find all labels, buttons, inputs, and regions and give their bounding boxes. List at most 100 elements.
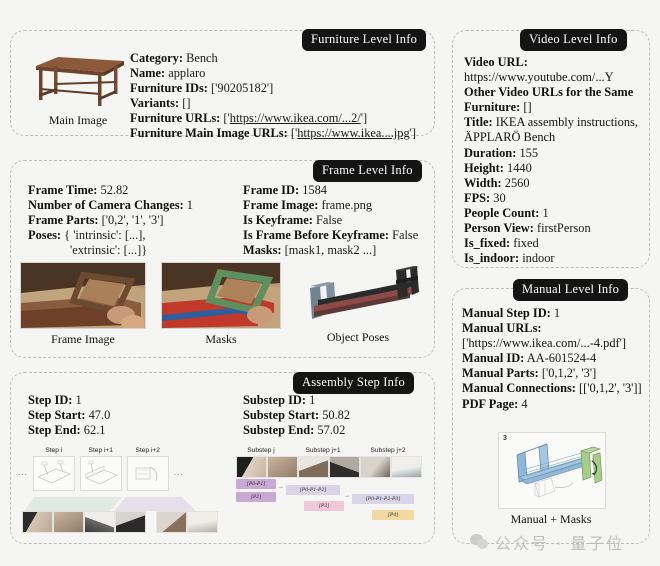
object-poses-thumbnail bbox=[296, 262, 420, 327]
furniture-level-info-title: Furniture Level Info bbox=[302, 29, 427, 51]
bench-main-image bbox=[36, 57, 124, 106]
field-step-id: Step ID: 1 bbox=[28, 393, 82, 407]
video-url-link[interactable]: https://www.youtube.com/...Y bbox=[464, 70, 614, 84]
manual-fields: Manual Step ID: 1 Manual URLs: ['https:/… bbox=[462, 306, 642, 412]
part-tag-p4: [P4] bbox=[372, 510, 414, 520]
steps-connector-funnel bbox=[24, 497, 196, 511]
field-width: Width: 2560 bbox=[464, 175, 530, 190]
field-video-url: Video URL: https://www.youtube.com/...Y bbox=[464, 55, 614, 85]
masks-image-block: Masks bbox=[161, 262, 281, 347]
field-pdf-page: PDF Page: 4 bbox=[462, 396, 528, 411]
watermark: 公众号 · 量子位 bbox=[470, 530, 624, 554]
assembly-step-info-title: Assembly Step Info bbox=[293, 372, 414, 394]
manual-level-info-title: Manual Level Info bbox=[513, 279, 629, 301]
field-step-end: Step End: 62.1 bbox=[28, 423, 106, 438]
frame-level-info-title: Frame Level Info bbox=[313, 160, 422, 182]
step-frame-strips bbox=[22, 511, 230, 533]
step-i-plus-1-block: Step i+1 bbox=[79, 447, 122, 496]
field-manual-urls: Manual URLs: ['https://www.ikea.com/...-… bbox=[462, 321, 627, 351]
substep-labels-row: Substep j Substep j+1 Substep j+2 bbox=[247, 447, 406, 454]
video-fields: Video URL: https://www.youtube.com/...Y … bbox=[464, 55, 640, 266]
field-category: Category: Bench bbox=[130, 51, 218, 65]
main-image-block: Main Image bbox=[28, 48, 128, 128]
field-frame-parts: Frame Parts: ['0,2', '1', '3'] bbox=[28, 213, 164, 228]
masks-image-thumbnail bbox=[161, 262, 281, 329]
field-title: Title: IKEA assembly instructions, ÄPPLA… bbox=[464, 115, 638, 145]
manual-diagram bbox=[516, 443, 603, 498]
field-furniture-ids: Furniture IDs: ['90205182'] bbox=[130, 81, 274, 96]
field-frame-id: Frame ID: 1584 bbox=[243, 183, 327, 197]
field-poses-cont: 'extrinsic': [...]} bbox=[70, 243, 148, 258]
assembly-right-fields: Substep ID: 1 Substep Start: 50.82 Subst… bbox=[243, 393, 350, 438]
field-furniture-urls: Furniture URLs: ['https://www.ikea.com/.… bbox=[130, 111, 368, 126]
arrow-1-icon: → bbox=[278, 484, 284, 490]
manual-image-caption: Manual + Masks bbox=[510, 512, 592, 526]
step-i-plus-1-thumbnail bbox=[79, 456, 122, 491]
field-substep-end: Substep End: 57.02 bbox=[243, 423, 346, 438]
part-tag-p0-p1-p2-p3: [P0-P1-P2-P3] bbox=[352, 494, 414, 504]
step-i-plus-2-thumbnail bbox=[126, 456, 169, 491]
furniture-fields: Category: Bench Name: applaro Furniture … bbox=[130, 51, 416, 142]
frame-image-row: Frame Image Masks Object Poses bbox=[20, 262, 420, 347]
step-i-thumbnail bbox=[32, 456, 75, 491]
dataset-overview-figure: Furniture Level Info Main Image Category… bbox=[0, 0, 660, 566]
watermark-text: 公众号 · 量子位 bbox=[495, 534, 625, 553]
part-tag-p0-p1: [P0-P1] bbox=[236, 479, 276, 489]
main-image-caption: Main Image bbox=[48, 113, 108, 127]
field-manual-step-id: Manual Step ID: 1 bbox=[462, 306, 561, 320]
field-frame-time: Frame Time: 52.82 bbox=[28, 183, 129, 197]
field-name: Name: applaro bbox=[130, 66, 206, 81]
assembly-left-fields: Step ID: 1 Step Start: 47.0 Step End: 62… bbox=[28, 393, 110, 438]
field-poses: Poses: { 'intrinsic': [...], bbox=[28, 228, 146, 243]
substeps-diagram: Substep j Substep j+1 Substep j+2 [P0-P1… bbox=[236, 447, 422, 537]
manual-image-block: 3 Manual + Masks bbox=[498, 432, 606, 527]
field-manual-connections: Manual Connections: [['0,1,2', '3']] bbox=[462, 381, 642, 396]
field-camera-changes: Number of Camera Changes: 1 bbox=[28, 198, 193, 213]
field-people-count: People Count: 1 bbox=[464, 205, 549, 220]
field-duration: Duration: 155 bbox=[464, 145, 539, 160]
part-tag-p2: [P2] bbox=[236, 492, 276, 502]
frame-right-fields: Frame ID: 1584 Frame Image: frame.png Is… bbox=[243, 183, 418, 258]
furniture-url-link[interactable]: https://www.ikea.com/...2/ bbox=[230, 111, 361, 125]
field-is-frame-before-keyframe: Is Frame Before Keyframe: False bbox=[243, 228, 419, 243]
steps-right-ellipsis: ... bbox=[173, 466, 184, 477]
masks-image-caption: Masks bbox=[205, 332, 237, 346]
object-poses-caption: Object Poses bbox=[326, 330, 390, 344]
arrow-2-icon: → bbox=[344, 493, 350, 499]
field-height: Height: 1440 bbox=[464, 160, 532, 175]
step-frame-strip-left bbox=[22, 511, 146, 533]
manual-url-link[interactable]: https://www.ikea.com/...-4.pdf bbox=[468, 336, 619, 350]
field-step-start: Step Start: 47.0 bbox=[28, 408, 111, 423]
frame-image-block: Frame Image bbox=[20, 262, 146, 347]
field-manual-parts: Manual Parts: ['0,1,2', '3'] bbox=[462, 366, 597, 381]
field-other-video-urls: Other Video URLs for the Same Furniture:… bbox=[464, 85, 634, 115]
field-is-fixed: Is_fixed: fixed bbox=[464, 236, 539, 251]
field-is-keyframe: Is Keyframe: False bbox=[243, 213, 343, 228]
object-poses-block: Object Poses bbox=[296, 262, 420, 345]
step-frame-strip-right bbox=[156, 511, 218, 533]
field-masks: Masks: [mask1, mask2 ...] bbox=[243, 243, 377, 258]
step-i-block: Step i bbox=[32, 447, 75, 496]
field-person-view: Person View: firstPerson bbox=[464, 221, 591, 236]
wechat-icon bbox=[470, 534, 489, 550]
steps-diagram: ... Step i Step i+1 Step i+2 ... bbox=[18, 447, 230, 537]
manual-step-number: 3 bbox=[503, 435, 507, 442]
part-tag-graph: [P0-P1] [P2] → [P0-P1-P2] [P3] → [P0-P1-… bbox=[236, 479, 422, 525]
field-furniture-main-image-urls: Furniture Main Image URLs: ['https://www… bbox=[130, 126, 417, 141]
frame-image-thumbnail bbox=[20, 262, 146, 329]
step-i-plus-2-block: Step i+2 bbox=[126, 447, 169, 496]
field-fps: FPS: 30 bbox=[464, 190, 506, 205]
steps-left-ellipsis: ... bbox=[18, 466, 28, 477]
field-variants: Variants: [] bbox=[130, 96, 191, 111]
substep-frame-strip bbox=[236, 456, 422, 478]
field-frame-image: Frame Image: frame.png bbox=[243, 198, 373, 213]
field-manual-id: Manual ID: AA-601524-4 bbox=[462, 351, 597, 366]
furniture-main-image-url-link[interactable]: https://www.ikea....jpg bbox=[297, 126, 409, 140]
part-tag-p0-p1-p2: [P0-P1-P2] bbox=[286, 485, 340, 495]
frame-left-fields: Frame Time: 52.82 Number of Camera Chang… bbox=[28, 183, 193, 258]
video-level-info-title: Video Level Info bbox=[520, 29, 627, 51]
field-substep-id: Substep ID: 1 bbox=[243, 393, 316, 407]
frame-image-caption: Frame Image bbox=[51, 332, 115, 346]
part-tag-p3: [P3] bbox=[304, 501, 344, 511]
field-substep-start: Substep Start: 50.82 bbox=[243, 408, 351, 423]
